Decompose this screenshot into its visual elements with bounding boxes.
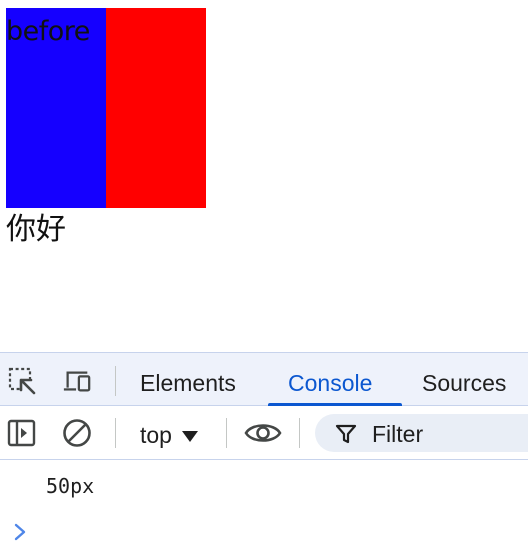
toolbar-separator bbox=[115, 418, 116, 448]
red-box bbox=[106, 8, 206, 208]
color-boxes: before bbox=[6, 8, 206, 208]
filter-input[interactable]: Filter bbox=[315, 414, 528, 452]
before-pseudo-text: before bbox=[6, 16, 90, 47]
toolbar-separator-2 bbox=[226, 418, 227, 448]
page: before 你好 Elements Console Sources top F… bbox=[0, 0, 528, 560]
context-selector[interactable]: top bbox=[140, 406, 198, 460]
console-log-entry: 50px bbox=[46, 474, 95, 498]
device-toolbar-icon[interactable] bbox=[62, 366, 92, 396]
devtools-tabbar: Elements Console Sources bbox=[0, 352, 528, 407]
blue-box: before bbox=[6, 8, 106, 208]
inspect-element-icon[interactable] bbox=[7, 366, 37, 396]
devtools-panel: Elements Console Sources top Filter 50px bbox=[0, 352, 528, 560]
chevron-right-icon[interactable] bbox=[12, 520, 30, 544]
filter-icon bbox=[335, 424, 357, 444]
greeting-text: 你好 bbox=[6, 212, 66, 247]
dropdown-caret-icon bbox=[181, 431, 198, 442]
clear-console-icon[interactable] bbox=[62, 418, 92, 448]
context-label: top bbox=[140, 422, 172, 448]
tab-console[interactable]: Console bbox=[288, 353, 372, 407]
toolbar-separator-3 bbox=[299, 418, 300, 448]
live-expression-icon[interactable] bbox=[244, 418, 282, 448]
tab-sources[interactable]: Sources bbox=[422, 353, 506, 407]
filter-placeholder: Filter bbox=[372, 421, 424, 447]
console-toolbar: top Filter bbox=[0, 406, 528, 460]
show-sidebar-icon[interactable] bbox=[7, 418, 37, 448]
tab-elements[interactable]: Elements bbox=[140, 353, 236, 407]
tabbar-separator bbox=[115, 366, 116, 396]
